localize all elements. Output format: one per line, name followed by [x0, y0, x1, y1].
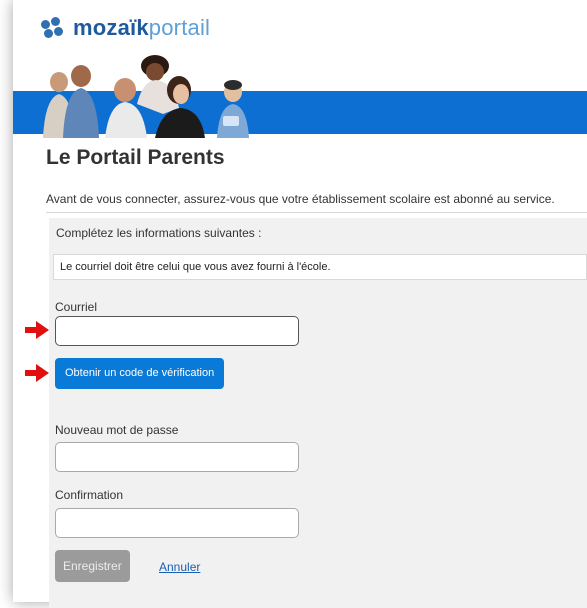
- verify-code-button[interactable]: Obtenir un code de vérification: [55, 358, 225, 389]
- red-arrow-right-icon: [25, 321, 49, 339]
- form-instruction: Complétez les informations suivantes :: [56, 226, 262, 240]
- email-label: Courriel: [55, 300, 98, 314]
- confirm-label: Confirmation: [55, 488, 124, 502]
- logo-text: mozaïkportail: [73, 14, 210, 42]
- new-password-field[interactable]: [55, 442, 299, 472]
- portal-window: mozaïkportail Le Portail Parents Avant d…: [13, 0, 587, 608]
- new-password-label: Nouveau mot de passe: [55, 423, 179, 437]
- mozaik-logo-icon: [41, 17, 67, 39]
- red-arrow-right-icon: [25, 364, 49, 382]
- logo-light: portail: [148, 15, 211, 40]
- page-title: Le Portail Parents: [46, 146, 225, 169]
- logo-bold: mozaïk: [73, 15, 149, 40]
- header: mozaïkportail: [13, 0, 587, 140]
- form-panel: Complétez les informations suivantes : L…: [49, 218, 587, 608]
- intro-text: Avant de vous connecter, assurez-vous qu…: [46, 192, 555, 206]
- divider: [46, 212, 587, 213]
- email-notice: Le courriel doit être celui que vous ave…: [53, 254, 587, 280]
- save-button[interactable]: Enregistrer: [55, 550, 130, 582]
- confirm-password-field[interactable]: [55, 508, 299, 538]
- cancel-link[interactable]: Annuler: [159, 560, 200, 574]
- mozaik-logo[interactable]: mozaïkportail: [41, 14, 210, 42]
- banner-family-photo: [43, 55, 249, 138]
- email-field[interactable]: [55, 316, 299, 346]
